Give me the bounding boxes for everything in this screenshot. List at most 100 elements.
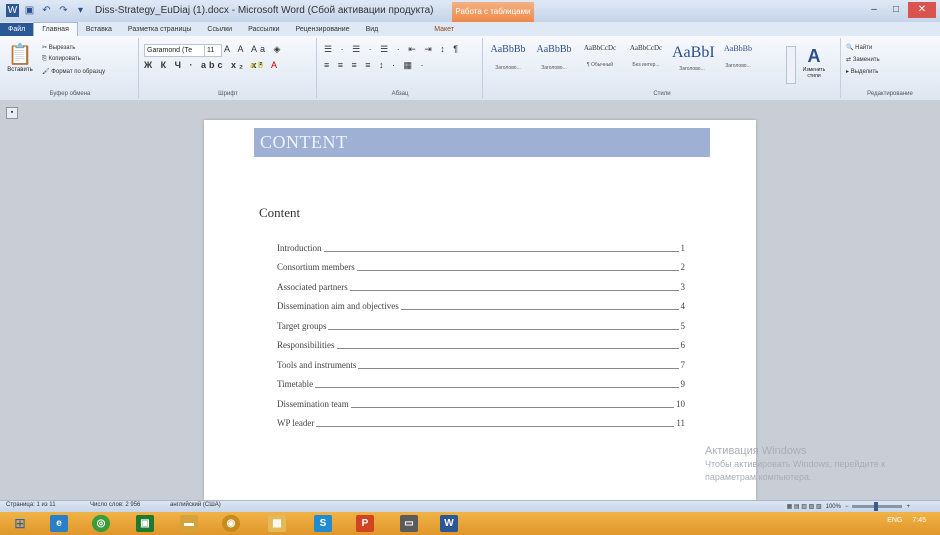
tray-clock[interactable]: 7:45 <box>912 517 926 524</box>
style-name: Заголово... <box>679 66 705 72</box>
ie-browser-icon[interactable]: e <box>50 515 68 532</box>
font-format-buttons[interactable]: Ж К Ч · abc x₂ x² <box>144 60 265 70</box>
toc-entry-label: WP leader <box>277 418 315 428</box>
toc-leader <box>328 328 679 330</box>
toc-entry-label: Timetable <box>277 379 314 389</box>
skype-icon[interactable]: S <box>314 515 332 532</box>
ruler-toggle-button[interactable]: ▪ <box>6 107 18 119</box>
tab-file[interactable]: Файл <box>0 23 34 36</box>
grow-shrink-font-buttons[interactable]: A A Aa ◈ <box>224 44 283 55</box>
toc-entry-page: 2 <box>680 262 686 272</box>
highlight-color-buttons[interactable]: ab A <box>250 60 280 70</box>
toc-leader <box>316 426 675 427</box>
toc-leader <box>336 348 679 349</box>
customize-chevron-icon[interactable]: ▾ <box>74 4 87 17</box>
media-app-icon[interactable]: ◉ <box>222 515 240 532</box>
close-button[interactable]: ✕ <box>908 2 936 18</box>
tab-insert[interactable]: Вставка <box>78 23 120 36</box>
green-app-icon[interactable]: ▣ <box>136 515 154 532</box>
style-sample: AaBbBb <box>536 44 572 55</box>
word-taskbar-icon[interactable]: W <box>440 515 458 532</box>
toc-entry[interactable]: Associated partners 3 <box>277 276 685 296</box>
toc-entry[interactable]: Target groups 5 <box>277 315 685 335</box>
toc-entry-page: 1 <box>680 242 686 253</box>
font-name-select[interactable]: Garamond (Те <box>144 44 206 57</box>
minimize-button[interactable]: – <box>864 2 884 18</box>
app-window-icon[interactable]: ▭ <box>400 515 418 532</box>
zoom-level[interactable]: 100% <box>826 504 841 510</box>
tray-language[interactable]: ENG <box>887 517 902 524</box>
toc-leader <box>400 309 679 310</box>
cut-button[interactable]: ✂ Вырезать <box>42 44 75 51</box>
windows-activation-watermark: Активация Windows Чтобы активировать Win… <box>705 445 885 484</box>
view-buttons[interactable]: ▦ ▤ ▥ ▧ ▨ <box>787 503 822 510</box>
redo-icon[interactable]: ↷ <box>57 4 70 17</box>
change-styles-button[interactable]: A Изменить стили <box>800 46 828 79</box>
toc-entry[interactable]: Dissemination aim and objectives 4 <box>277 296 685 316</box>
zoom-slider[interactable] <box>852 502 903 511</box>
toc-entry[interactable]: Dissemination team 10 <box>277 393 685 413</box>
style-title[interactable]: AaBbI Заголово... <box>672 44 715 84</box>
calculator-icon[interactable]: ▦ <box>268 515 286 532</box>
paste-button[interactable]: 📋 Вставить <box>6 42 34 82</box>
status-page-count[interactable]: Страница: 1 из 11 <box>6 502 56 508</box>
window-controls: – □ ✕ <box>864 2 936 18</box>
style-heading1[interactable]: AaBbBb Заголово... <box>488 44 528 84</box>
find-button[interactable]: 🔍 Найти <box>846 44 872 51</box>
tab-mailings[interactable]: Рассылки <box>240 23 287 36</box>
status-word-count[interactable]: Число слов: 2 956 <box>90 502 140 508</box>
toc-entry[interactable]: Consortium members 2 <box>277 257 685 277</box>
toc-title: Content <box>259 205 301 220</box>
tab-review[interactable]: Рецензирование <box>288 23 358 36</box>
toc-leader <box>349 289 679 291</box>
styles-scroll-control[interactable] <box>786 46 796 84</box>
toc-entry-page: 9 <box>680 379 686 389</box>
document-page[interactable]: CONTENT Content Introduction 1 Consortium… <box>204 120 756 500</box>
font-size-select[interactable]: 11 <box>204 44 222 57</box>
powerpoint-icon[interactable]: P <box>356 515 374 532</box>
copy-button[interactable]: ⎘ Копировать <box>42 56 81 63</box>
save-icon[interactable]: ▣ <box>23 4 36 17</box>
toc-entry-label: Tools and instruments <box>277 359 357 370</box>
paste-label: Вставить <box>7 67 33 73</box>
style-name: Без интер... <box>632 62 660 68</box>
tab-layout[interactable]: Макет <box>426 23 462 36</box>
select-button[interactable]: ▸ Выделить <box>846 68 878 75</box>
tab-references[interactable]: Ссылки <box>199 23 240 36</box>
toc-entry[interactable]: Tools and instruments 7 <box>277 354 685 374</box>
replace-button[interactable]: ⇄ Заменить <box>846 56 880 63</box>
tab-page-layout[interactable]: Разметка страницы <box>120 23 200 36</box>
word-app-icon[interactable]: W <box>6 4 19 17</box>
system-tray: ENG 7:45 <box>887 517 926 524</box>
toc-entry[interactable]: Introduction 1 <box>277 237 685 257</box>
toc-entry[interactable]: WP leader 11 <box>277 413 685 433</box>
style-name: Заголово... <box>725 63 751 69</box>
style-subtitle[interactable]: AaBbBb Заголово... <box>718 44 758 84</box>
chrome-browser-icon[interactable]: ◎ <box>92 515 110 532</box>
style-no-spacing[interactable]: AaBbCcDc Без интер... <box>626 44 666 84</box>
title-bar: W ▣ ↶ ↷ ▾ Diss-Strategy_EuDiaj (1).docx … <box>0 0 940 23</box>
alignment-buttons[interactable]: ≡ ≡ ≡ ≡ ↕ · ▦ · <box>324 60 427 71</box>
list-buttons[interactable]: ☰ · ☰ · ☰ · ⇤ ⇥ ↕ ¶ <box>324 44 461 55</box>
maximize-button[interactable]: □ <box>886 2 906 18</box>
format-painter-button[interactable]: 🖌 Формат по образцу <box>42 68 105 75</box>
zoom-out-icon[interactable]: − <box>845 504 849 510</box>
status-language[interactable]: английский (США) <box>170 502 221 508</box>
file-explorer-icon[interactable]: ▬ <box>180 515 198 532</box>
style-normal[interactable]: AaBbCcDc ¶ Обычный <box>580 44 620 84</box>
toc-entry-label: Dissemination team <box>277 398 349 409</box>
clipboard-group-label: Буфер обмена <box>49 91 91 97</box>
toc-entry-page: 11 <box>676 418 685 428</box>
zoom-slider-handle[interactable] <box>874 502 879 511</box>
start-button-windows-icon[interactable]: ⊞ <box>10 515 30 532</box>
toc-entry[interactable]: Responsibilities 6 <box>277 335 685 355</box>
context-tab-table-tools: Работа с таблицами <box>452 2 534 22</box>
window-title: Diss-Strategy_EuDiaj (1).docx - Microsof… <box>95 5 434 16</box>
style-heading2[interactable]: AaBbBb Заголово... <box>534 44 574 84</box>
tab-view[interactable]: Вид <box>358 23 387 36</box>
style-sample: AaBbCcDc <box>629 44 663 52</box>
tab-home[interactable]: Главная <box>33 22 78 36</box>
toc-entry[interactable]: Timetable 9 <box>277 374 685 394</box>
zoom-in-icon[interactable]: + <box>906 504 910 510</box>
undo-icon[interactable]: ↶ <box>40 4 53 17</box>
